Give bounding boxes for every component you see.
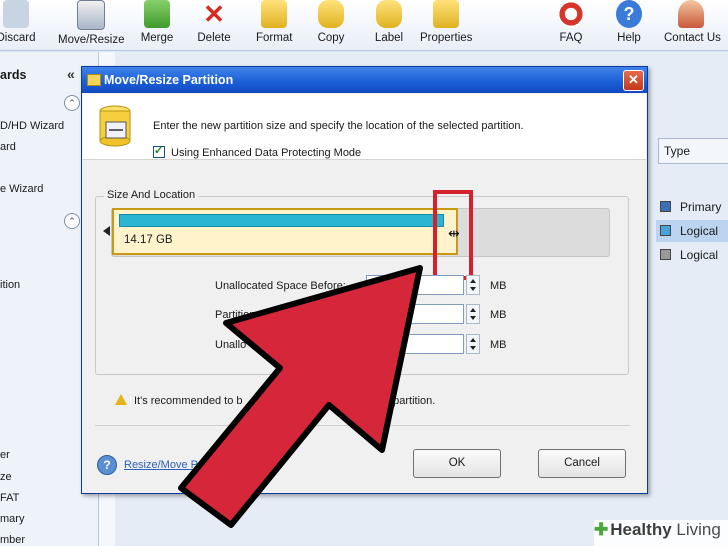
delete-icon: ✕ <box>203 0 225 29</box>
copy-icon <box>318 0 344 28</box>
close-button[interactable]: ✕ <box>623 70 644 91</box>
move-resize-icon <box>77 0 105 30</box>
partition-size-spinner-icon[interactable] <box>466 304 480 324</box>
unallocated-before-input[interactable]: 0.00 <box>366 275 464 295</box>
watermark: ✚ Healthy Living <box>594 520 728 546</box>
format-icon <box>261 0 287 28</box>
help-link[interactable]: Resize/Move Pa <box>124 459 204 471</box>
instruction-text: Enter the new partition size and specify… <box>153 120 524 132</box>
sidebar-item[interactable]: mber <box>0 534 25 546</box>
used-space-bar <box>119 214 444 227</box>
contact-icon <box>678 0 704 28</box>
unit-label: MB <box>490 280 507 292</box>
help-button[interactable]: ? Help <box>612 0 646 50</box>
warning-icon <box>115 394 127 405</box>
logical-swatch-icon <box>660 225 671 236</box>
partition-icon <box>87 74 101 86</box>
label-icon <box>376 0 402 28</box>
left-resize-handle-icon[interactable] <box>103 226 110 236</box>
legend-primary[interactable]: Primary <box>660 200 721 214</box>
logical-swatch-icon <box>660 249 671 260</box>
format-button[interactable]: Format <box>256 0 292 50</box>
dialog-header: Enter the new partition size and specify… <box>83 94 646 160</box>
dialog-titlebar[interactable]: Move/Resize Partition ✕ <box>82 67 647 93</box>
collapse-panel-icon[interactable]: « <box>67 66 75 82</box>
dialog-title: Move/Resize Partition <box>104 73 234 87</box>
type-column-header[interactable]: Type <box>658 138 728 164</box>
cancel-button[interactable]: Cancel <box>538 449 626 478</box>
discard-icon <box>3 0 29 28</box>
partition-size-input[interactable]: 8 <box>366 304 464 324</box>
unallocated-before-spinner-icon[interactable] <box>466 275 480 295</box>
properties-icon <box>433 0 459 28</box>
label-button[interactable]: Label <box>372 0 406 50</box>
delete-button[interactable]: ✕ Delete <box>197 0 231 50</box>
primary-swatch-icon <box>660 201 671 212</box>
properties-button[interactable]: Properties <box>420 0 472 50</box>
leaf-icon: ✚ <box>594 520 609 539</box>
merge-button[interactable]: Merge <box>140 0 174 50</box>
copy-button[interactable]: Copy <box>316 0 346 50</box>
lifebuoy-icon <box>558 0 584 28</box>
panel-title: ards <box>0 68 27 82</box>
help-icon[interactable]: ? <box>97 455 117 475</box>
ok-button[interactable]: OK <box>413 449 501 478</box>
sidebar-item[interactable]: e Wizard <box>0 183 43 195</box>
legend-logical[interactable]: Logical <box>660 248 718 262</box>
sidebar-item[interactable]: ition <box>0 279 20 291</box>
sidebar-item[interactable]: D/HD Wizard <box>0 120 64 132</box>
contact-us-button[interactable]: Contact Us <box>664 0 721 50</box>
unit-label: MB <box>490 309 507 321</box>
faq-button[interactable]: FAQ <box>556 0 586 50</box>
sidebar-item[interactable]: FAT <box>0 492 19 504</box>
sidebar-item[interactable]: ze <box>0 471 12 483</box>
disk-partition-icon <box>99 105 131 147</box>
move-resize-dialog: Move/Resize Partition ✕ Enter the new pa… <box>81 66 648 494</box>
move-resize-button[interactable]: Move/Resize <box>58 0 124 50</box>
warning-text: It's recommended to b or resizing the par… <box>134 395 436 407</box>
sidebar-item[interactable]: er <box>0 449 10 461</box>
partition-bar[interactable]: 14.17 GB <box>112 208 458 255</box>
unallocated-after-spinner-icon[interactable] <box>466 334 480 354</box>
group-label: Size And Location <box>104 189 199 201</box>
checkbox-icon[interactable] <box>153 144 165 158</box>
collapse-group-icon[interactable]: ⌃ <box>64 213 80 229</box>
question-icon: ? <box>616 0 642 28</box>
toolbar: Discard Move/Resize Merge ✕ Delete Forma… <box>0 0 728 51</box>
merge-icon <box>144 0 170 28</box>
sidebar-item[interactable]: mary <box>0 513 24 525</box>
partition-size-label: 14.17 GB <box>124 234 173 246</box>
unallocated-after-input[interactable]: 42 <box>366 334 464 354</box>
unallocated-after-label: Unallo <box>215 339 247 351</box>
discard-button[interactable]: Discard <box>0 0 36 50</box>
unallocated-before-label: Unallocated Space Before: <box>215 280 346 292</box>
partition-size-field-label: Partition Size: <box>215 309 283 321</box>
sidebar-item[interactable]: ard <box>0 141 16 153</box>
collapse-group-icon[interactable]: ⌃ <box>64 95 80 111</box>
legend-logical[interactable]: Logical <box>660 224 718 238</box>
highlight-annotation-box <box>433 190 473 280</box>
enhanced-protect-checkbox[interactable]: Using Enhanced Data Protecting Mode <box>153 144 361 159</box>
unit-label: MB <box>490 339 507 351</box>
divider <box>95 425 630 426</box>
